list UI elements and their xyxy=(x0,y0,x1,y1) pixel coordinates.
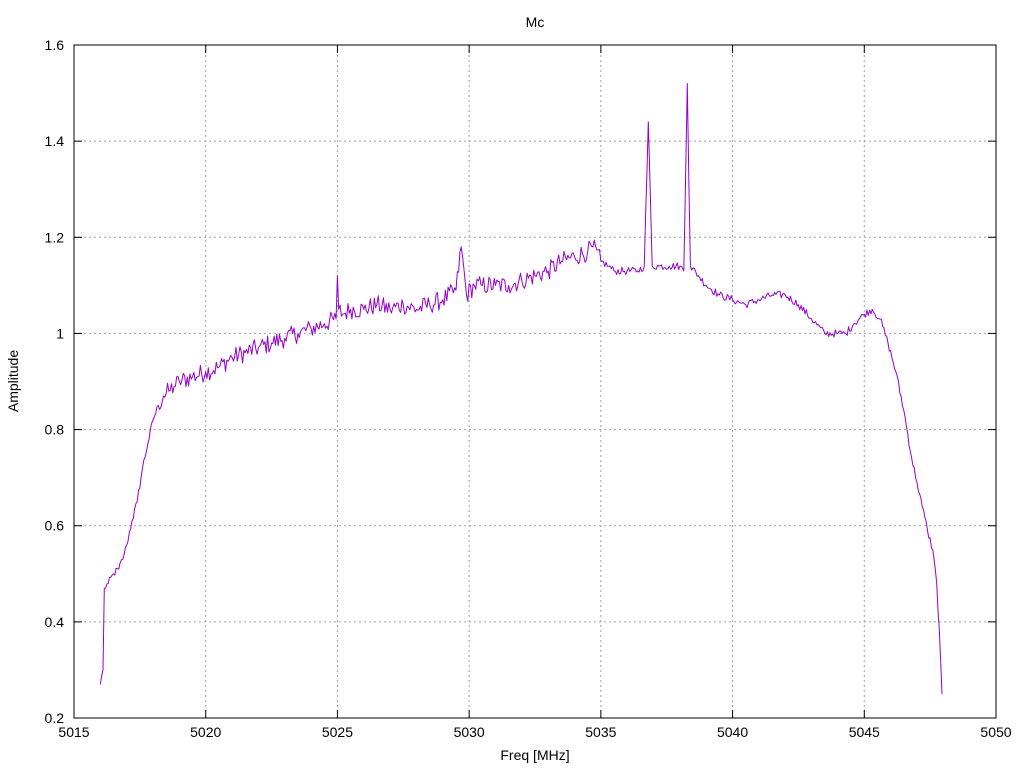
y-tick-label: 1 xyxy=(56,325,64,341)
y-tick-label: 1.4 xyxy=(45,133,65,149)
x-tick-label: 5040 xyxy=(717,724,748,740)
line-chart: 5015 5020 5025 5030 5035 5040 5045 5050 0.20.40… xyxy=(5,14,1012,763)
y-axis-label: Amplitude xyxy=(5,350,21,412)
x-tick-labels: 5015 5020 5025 5030 5035 5040 5045 5050 xyxy=(58,724,1011,740)
x-axis-label: Freq [MHz] xyxy=(500,747,569,763)
y-tick-labels: 0.2 0.4 0.6 0.8 1 1.2 1.4 1.6 xyxy=(45,37,65,726)
axis-ticks xyxy=(73,44,997,719)
x-tick-label: 5030 xyxy=(454,724,485,740)
y-tick-label: 0.2 xyxy=(45,710,65,726)
x-tick-label: 5020 xyxy=(190,724,221,740)
x-tick-label: 5015 xyxy=(58,724,89,740)
series-group xyxy=(99,83,943,695)
y-tick-label: 0.4 xyxy=(45,614,65,630)
y-tick-label: 0.6 xyxy=(45,518,65,534)
chart-container: 5015 5020 5025 5030 5035 5040 5045 5050 0.2 0.4 0… xyxy=(0,0,1024,768)
series-line xyxy=(99,83,943,695)
y-tick-label: 1.2 xyxy=(45,229,65,245)
x-tick-label: 5025 xyxy=(322,724,353,740)
grid-lines xyxy=(73,44,997,719)
plot-frame xyxy=(73,44,997,719)
y-tick-label: 0.8 xyxy=(45,422,65,438)
x-tick-label: 5050 xyxy=(980,724,1011,740)
chart-title: Mc xyxy=(526,14,545,30)
x-tick-label: 5035 xyxy=(585,724,616,740)
x-tick-label: 5045 xyxy=(849,724,880,740)
y-tick-label: 1.6 xyxy=(45,37,65,53)
